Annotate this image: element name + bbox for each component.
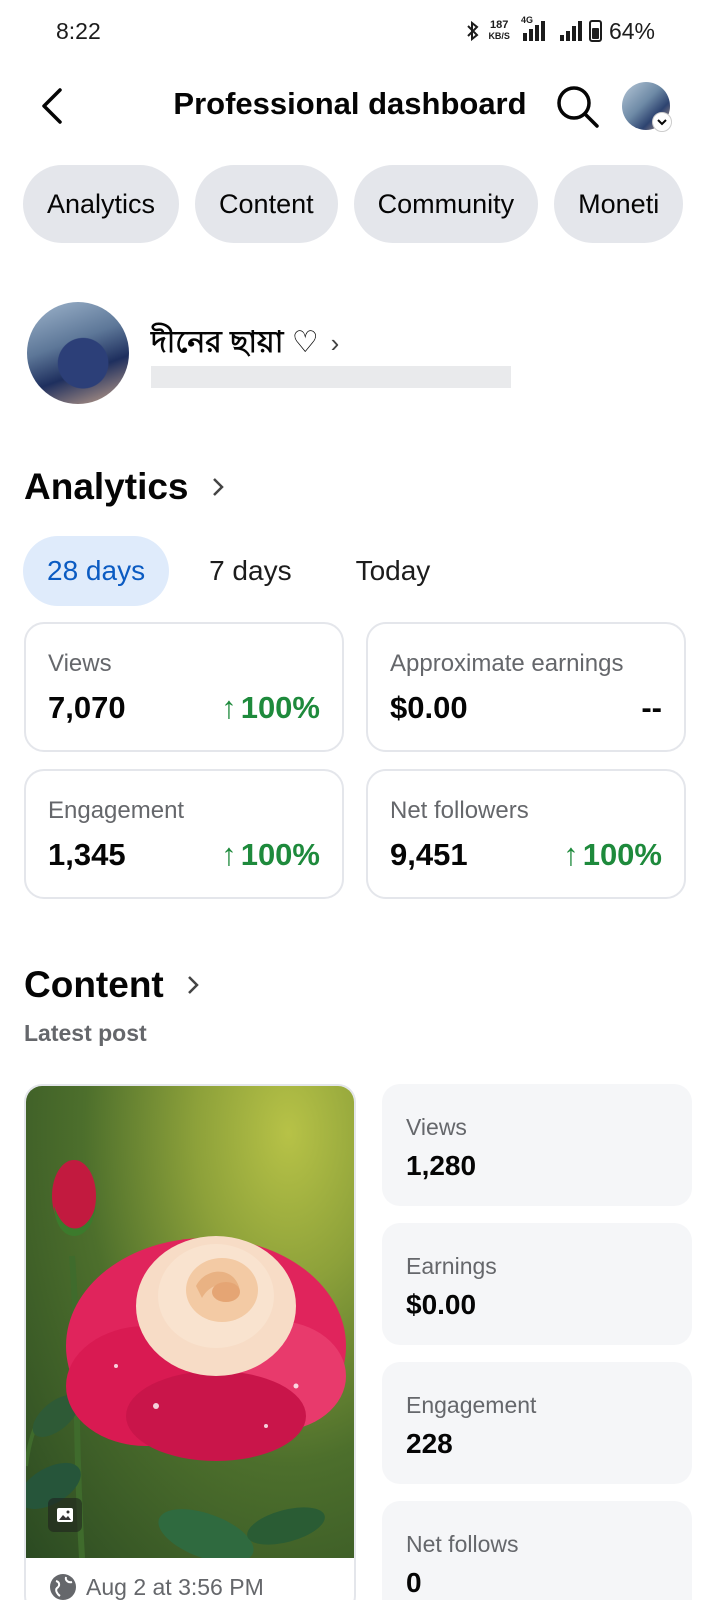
card-label: Engagement (48, 797, 185, 824)
stat-label: Engagement (406, 1392, 537, 1418)
status-time: 8:22 (56, 18, 101, 44)
net-followers-card[interactable]: Net followers 9,451 ↑ 100% (366, 769, 686, 899)
profile-name: দীনের ছায়া ♡ (151, 326, 319, 359)
status-bar: 8:22 187 KB/S 4G 64% (0, 0, 715, 64)
earnings-card[interactable]: Approximate earnings $0.00 -- (366, 622, 686, 752)
search-button[interactable] (553, 82, 601, 130)
tab-analytics[interactable]: Analytics (23, 165, 180, 243)
post-views-stat[interactable]: Views 1,280 (382, 1084, 692, 1206)
stat-value: 228 (406, 1428, 453, 1459)
stat-label: Net follows (406, 1531, 519, 1557)
stat-label: Earnings (406, 1253, 497, 1279)
stat-value: 0 (406, 1567, 422, 1598)
profile-switcher-avatar[interactable] (622, 82, 672, 132)
card-value: 9,451 (390, 837, 468, 872)
arrow-up-icon: ↑ (221, 690, 237, 725)
app-header: Professional dashboard (0, 72, 715, 142)
bluetooth-icon (467, 20, 479, 42)
profile-info-placeholder (151, 366, 511, 388)
range-7-days[interactable]: 7 days (185, 536, 316, 606)
latest-post-label: Latest post (24, 1020, 147, 1046)
latest-post-card[interactable]: Aug 2 at 3:56 PM (24, 1084, 356, 1600)
rose-image (26, 1160, 346, 1563)
network-speed: 187 KB/S (488, 19, 510, 42)
dashboard-tabs: Analytics Content Community Moneti (23, 165, 715, 243)
card-change: ↑ 100% (221, 690, 320, 725)
stat-label: Views (406, 1114, 467, 1140)
card-label: Approximate earnings (390, 650, 624, 677)
status-icons: 187 KB/S 4G 64% (465, 15, 655, 46)
photo-icon (48, 1498, 82, 1532)
card-change: -- (641, 690, 662, 725)
post-earnings-stat[interactable]: Earnings $0.00 (382, 1223, 692, 1345)
content-section-header[interactable]: Content (24, 964, 200, 1006)
post-date: Aug 2 at 3:56 PM (48, 1572, 264, 1600)
stat-value: $0.00 (406, 1289, 477, 1320)
card-label: Net followers (390, 797, 529, 824)
tab-content[interactable]: Content (195, 165, 338, 243)
card-value: 1,345 (48, 837, 126, 872)
card-value: 7,070 (48, 690, 126, 725)
card-value: $0.00 (390, 690, 468, 725)
profile-avatar (27, 302, 129, 404)
engagement-card[interactable]: Engagement 1,345 ↑ 100% (24, 769, 344, 899)
date-range-selector: 28 days 7 days Today (23, 536, 470, 606)
range-28-days[interactable]: 28 days (23, 536, 170, 606)
signal-strength-icon (559, 21, 582, 41)
analytics-heading: Analytics (24, 466, 189, 507)
chevron-right-icon (212, 478, 224, 496)
battery-icon (588, 20, 602, 42)
profile-name-link[interactable]: দীনের ছায়া ♡ › (151, 318, 339, 369)
range-today[interactable]: Today (332, 536, 455, 606)
chevron-down-icon (652, 112, 672, 132)
search-icon (557, 86, 599, 128)
chevron-right-icon (187, 976, 199, 994)
chevron-right-icon: › (330, 328, 340, 358)
card-change: ↑ 100% (221, 837, 320, 872)
post-engagement-stat[interactable]: Engagement 228 (382, 1362, 692, 1484)
profile-row[interactable]: দীনের ছায়া ♡ › (27, 302, 707, 406)
tab-monetization[interactable]: Moneti (554, 165, 684, 243)
globe-icon (50, 1574, 76, 1600)
post-net-follows-stat[interactable]: Net follows 0 (382, 1501, 692, 1600)
card-change: ↑ 100% (563, 837, 662, 872)
arrow-up-icon: ↑ (563, 837, 579, 872)
card-label: Views (48, 650, 112, 677)
content-heading: Content (24, 964, 164, 1005)
arrow-up-icon: ↑ (221, 837, 237, 872)
battery-level: 64% (608, 17, 655, 44)
views-card[interactable]: Views 7,070 ↑ 100% (24, 622, 344, 752)
stat-value: 1,280 (406, 1150, 477, 1181)
cellular-signal-icon: 4G (521, 15, 545, 41)
post-image (26, 1086, 354, 1563)
tab-community[interactable]: Community (353, 165, 539, 243)
analytics-section-header[interactable]: Analytics (24, 466, 225, 508)
